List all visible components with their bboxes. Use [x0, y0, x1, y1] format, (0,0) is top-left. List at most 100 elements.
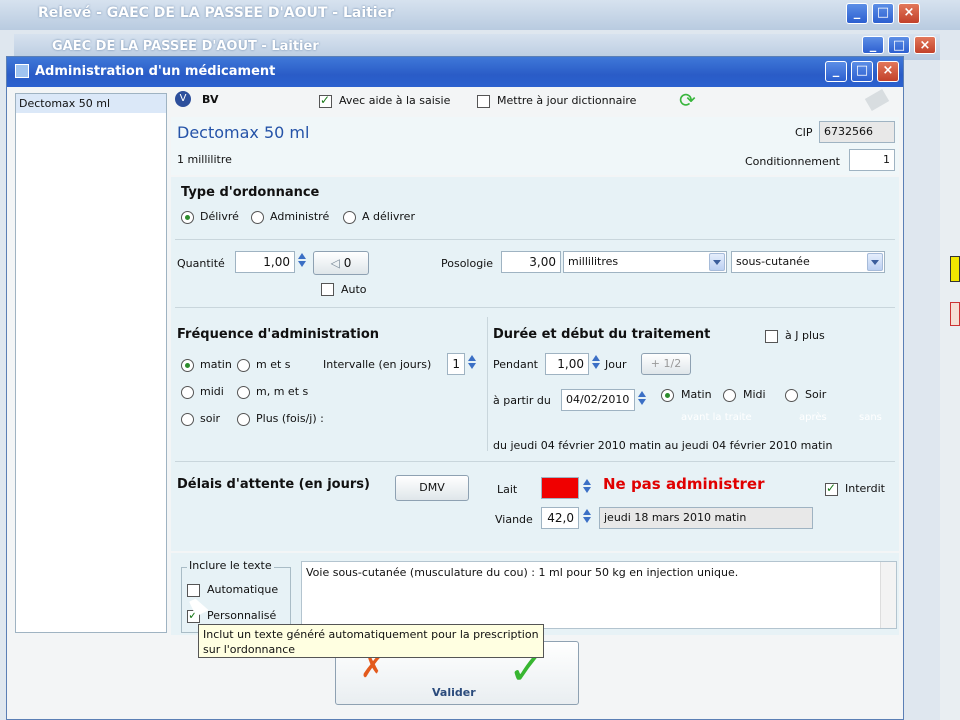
medication-dialog: Administration d'un médicament _ □ × Dec… [6, 56, 904, 720]
list-item[interactable]: Dectomax 50 ml [16, 94, 166, 113]
main-panel: Type d'ordonnance Délivré Administré A d… [171, 177, 899, 551]
window-title: GAEC DE LA PASSEE D'AOUT - Laitier [52, 39, 319, 54]
freq-midi-radio[interactable] [181, 386, 194, 399]
freq-mms-label: m, m et s [256, 385, 309, 398]
intervalle-input[interactable]: 1 [447, 353, 465, 375]
freq-soir-radio[interactable] [181, 413, 194, 426]
intervalle-label: Intervalle (en jours) [323, 358, 432, 371]
a-partir-label: à partir du [493, 394, 551, 407]
posologie-label: Posologie [441, 257, 494, 270]
product-header: Dectomax 50 ml 1 millilitre CIP 6732566 … [171, 117, 899, 175]
viande-date-field: jeudi 18 mars 2010 matin [599, 507, 813, 529]
lait-field[interactable] [541, 477, 579, 499]
freq-matin-radio[interactable] [181, 359, 194, 372]
background-window-titlebar-1: Relevé - GAEC DE LA PASSEE D'AOUT - Lait… [0, 0, 960, 30]
hint-sans: sans [859, 412, 882, 423]
delivre-radio[interactable] [181, 211, 194, 224]
quantite-reset-button[interactable]: ◁ 0 [313, 251, 369, 275]
auto-label: Auto [341, 283, 367, 296]
interdit-checkbox[interactable] [825, 481, 838, 496]
ordonnance-title: Type d'ordonnance [181, 185, 320, 200]
freq-m-et-s-label: m et s [256, 358, 291, 371]
inclure-panel: Inclure le texte Automatique Personnalis… [171, 553, 899, 635]
back-arrow-icon: ◁ [330, 256, 344, 270]
automatique-checkbox[interactable] [187, 584, 200, 597]
inclure-title: Inclure le texte [187, 559, 274, 572]
avec-aide-label: Avec aide à la saisie [339, 94, 451, 107]
moment-matin-radio[interactable] [661, 389, 674, 402]
viande-stepper[interactable] [581, 507, 593, 529]
minimize-button[interactable]: _ [825, 61, 847, 82]
duree-summary: du jeudi 04 février 2010 matin au jeudi … [493, 439, 833, 452]
quantite-input[interactable]: 1,00 [235, 251, 295, 273]
vet-logo-icon: V [175, 91, 191, 107]
pendant-input[interactable]: 1,00 [545, 353, 589, 375]
freq-midi-label: midi [200, 385, 224, 398]
cip-field: 6732566 [819, 121, 895, 143]
freq-soir-label: soir [200, 412, 221, 425]
close-button[interactable]: × [877, 61, 899, 82]
scrollbar[interactable] [880, 562, 896, 628]
minimize-button[interactable]: _ [862, 36, 884, 54]
window-title: Relevé - GAEC DE LA PASSEE D'AOUT - Lait… [38, 5, 395, 21]
refresh-icon[interactable]: ⟳ [679, 88, 696, 112]
chevron-down-icon [709, 253, 725, 271]
voie-select[interactable]: sous-cutanée [731, 251, 885, 273]
dmv-button[interactable]: DMV [395, 475, 469, 501]
dialog-titlebar: Administration d'un médicament _ □ × [7, 57, 903, 87]
start-date-input[interactable]: 04/02/2010 [561, 389, 635, 411]
background-window-edge [940, 60, 960, 720]
interdit-label: Interdit [845, 482, 885, 495]
moment-soir-radio[interactable] [785, 389, 798, 402]
dialog-title: Administration d'un médicament [35, 64, 276, 79]
intervalle-stepper[interactable] [466, 353, 478, 375]
jour-label: Jour [605, 358, 627, 371]
maj-dico-checkbox[interactable] [477, 95, 490, 108]
ordonnance-text-area[interactable]: Voie sous-cutanée (musculature du cou) :… [301, 561, 897, 629]
administre-radio[interactable] [251, 211, 264, 224]
frequence-title: Fréquence d'administration [177, 327, 380, 342]
posologie-input[interactable]: 3,00 [501, 251, 561, 273]
maximize-button[interactable]: □ [888, 36, 910, 54]
freq-plus-radio[interactable] [237, 413, 250, 426]
quantite-stepper[interactable] [296, 251, 308, 273]
delais-title: Délais d'attente (en jours) [177, 477, 370, 492]
posologie-unit-select[interactable]: millilitres [563, 251, 727, 273]
valider-label: Valider [432, 686, 476, 699]
freq-m-et-s-radio[interactable] [237, 359, 250, 372]
maximize-button[interactable]: □ [872, 3, 894, 24]
badge-label: BV [202, 93, 219, 106]
chevron-down-icon [867, 253, 883, 271]
freq-mms-radio[interactable] [237, 386, 250, 399]
date-stepper[interactable] [636, 389, 648, 411]
product-unit: 1 millilitre [177, 153, 232, 166]
product-name: Dectomax 50 ml [177, 123, 310, 142]
lait-warning: Ne pas administrer [603, 475, 765, 493]
app-icon [15, 64, 29, 78]
cip-label: CIP [795, 126, 813, 139]
a-delivrer-label: A délivrer [362, 210, 415, 223]
quantite-label: Quantité [177, 257, 225, 270]
auto-checkbox[interactable] [321, 283, 334, 296]
minimize-button[interactable]: _ [846, 3, 868, 24]
maximize-button[interactable]: □ [851, 61, 873, 82]
close-button[interactable]: × [914, 36, 936, 54]
conditionnement-field[interactable]: 1 [849, 149, 895, 171]
half-day-button[interactable]: + 1/2 [641, 353, 691, 375]
viande-input[interactable]: 42,0 [541, 507, 579, 529]
pendant-label: Pendant [493, 358, 538, 371]
close-button[interactable]: × [898, 3, 920, 24]
avec-aide-checkbox[interactable] [319, 93, 332, 108]
moment-midi-radio[interactable] [723, 389, 736, 402]
maj-dico-label: Mettre à jour dictionnaire [497, 94, 637, 107]
freq-matin-label: matin [200, 358, 232, 371]
administre-label: Administré [270, 210, 330, 223]
lait-stepper[interactable] [581, 477, 593, 499]
pendant-stepper[interactable] [590, 353, 602, 375]
j-plus-checkbox[interactable] [765, 330, 778, 343]
a-delivrer-radio[interactable] [343, 211, 356, 224]
conditionnement-label: Conditionnement [745, 155, 840, 168]
personnalise-label: Personnalisé [207, 609, 277, 622]
moment-midi-label: Midi [743, 388, 766, 401]
lait-label: Lait [497, 483, 518, 496]
